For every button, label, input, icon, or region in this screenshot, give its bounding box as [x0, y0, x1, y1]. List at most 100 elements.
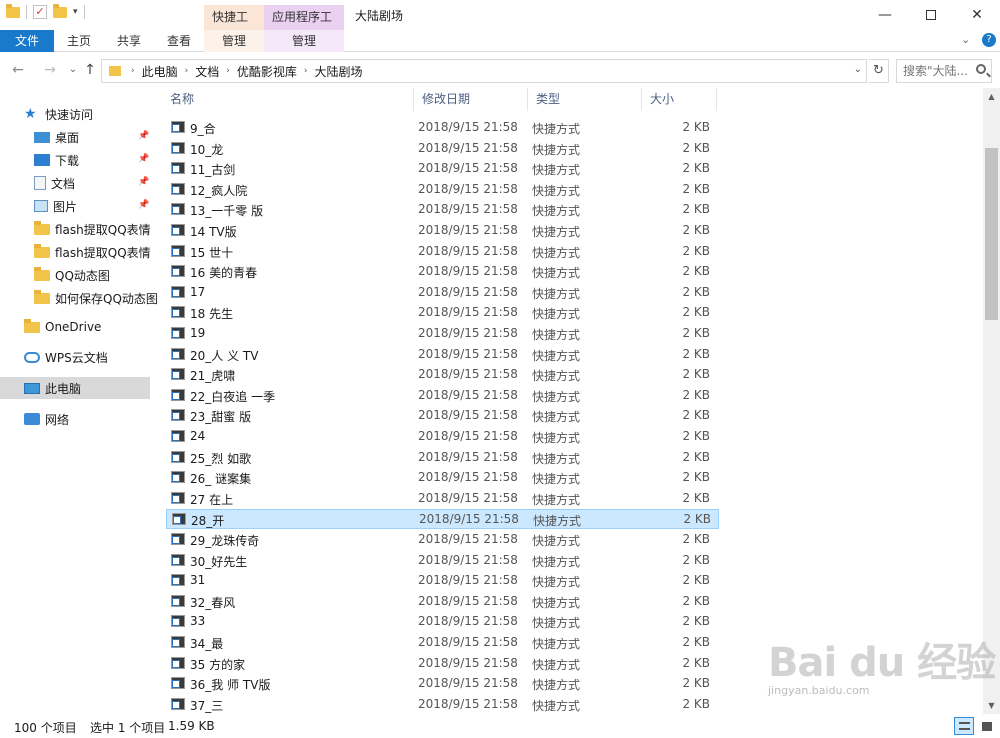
file-date: 2018/9/15 21:58: [418, 367, 518, 382]
table-row[interactable]: 30_好先生 2018/9/15 21:58 快捷方式 2 KB: [166, 551, 719, 571]
chevron-right-icon[interactable]: ›: [222, 66, 234, 76]
file-size: 2 KB: [682, 161, 710, 176]
sidebar-item-quick-access[interactable]: ★ 快速访问: [24, 103, 174, 125]
customize-toolbar-chevron-icon[interactable]: ▾: [73, 7, 78, 17]
tab-share[interactable]: 共享: [106, 30, 152, 52]
file-type: 快捷方式: [532, 616, 581, 631]
table-row[interactable]: 10_龙 2018/9/15 21:58 快捷方式 2 KB: [166, 139, 719, 159]
folder-icon: [34, 220, 50, 235]
file-size: 2 KB: [682, 181, 710, 196]
table-row[interactable]: 11_古剑 2018/9/15 21:58 快捷方式 2 KB: [166, 159, 719, 179]
up-arrow-icon[interactable]: ↑: [81, 61, 99, 79]
table-row[interactable]: 36_我 师 TV版 2018/9/15 21:58 快捷方式 2 KB: [166, 674, 719, 694]
table-row[interactable]: 34_最 2018/9/15 21:58 快捷方式 2 KB: [166, 633, 719, 653]
large-icons-view-button[interactable]: [977, 717, 997, 735]
table-row[interactable]: 13_一千零 版 2018/9/15 21:58 快捷方式 2 KB: [166, 200, 719, 220]
column-header-name[interactable]: 名称: [162, 88, 413, 111]
shortcut-icon: [171, 368, 185, 381]
table-row[interactable]: 37_三 2018/9/15 21:58 快捷方式 2 KB: [166, 695, 719, 714]
search-input[interactable]: [897, 60, 967, 82]
table-row[interactable]: 20_人 义 TV 2018/9/15 21:58 快捷方式 2 KB: [166, 345, 719, 365]
large-icons-view-icon: [982, 722, 992, 731]
table-row[interactable]: 14 TV版 2018/9/15 21:58 快捷方式 2 KB: [166, 221, 719, 241]
back-arrow-icon[interactable]: ←: [9, 61, 27, 79]
help-icon[interactable]: ?: [982, 33, 996, 47]
table-row[interactable]: 9_合 2018/9/15 21:58 快捷方式 2 KB: [166, 118, 719, 138]
maximize-button[interactable]: [908, 0, 954, 30]
new-folder-icon[interactable]: [53, 3, 67, 18]
title-bar: ✓ ▾ 快捷工具 应用程序工具 大陆剧场 — ✕: [0, 0, 1000, 49]
properties-icon[interactable]: ✓: [33, 5, 47, 19]
table-row[interactable]: 19 2018/9/15 21:58 快捷方式 2 KB: [166, 324, 719, 344]
table-row[interactable]: 21_虎啸 2018/9/15 21:58 快捷方式 2 KB: [166, 365, 719, 385]
table-row[interactable]: 12_疯人院 2018/9/15 21:58 快捷方式 2 KB: [166, 180, 719, 200]
search-icon[interactable]: [976, 64, 986, 74]
table-row[interactable]: 18 先生 2018/9/15 21:58 快捷方式 2 KB: [166, 303, 719, 323]
search-box[interactable]: [896, 59, 992, 83]
table-row[interactable]: 15 世十 2018/9/15 21:58 快捷方式 2 KB: [166, 242, 719, 262]
breadcrumb-youku-library[interactable]: 优酷影视库: [234, 63, 300, 80]
shortcut-icon: [171, 450, 185, 463]
pin-icon: 📌: [138, 131, 150, 141]
tab-manage-application[interactable]: 管理: [264, 30, 344, 52]
vertical-scrollbar[interactable]: ▲ ▼: [983, 88, 1000, 714]
chevron-right-icon[interactable]: ›: [181, 66, 193, 76]
tab-home[interactable]: 主页: [56, 30, 102, 52]
column-header-type[interactable]: 类型: [527, 88, 641, 111]
recent-locations-chevron-icon[interactable]: ⌄: [64, 61, 82, 79]
table-row[interactable]: 31 2018/9/15 21:58 快捷方式 2 KB: [166, 571, 719, 591]
tab-manage-shortcut[interactable]: 管理: [204, 30, 264, 52]
sidebar-item-this-pc[interactable]: 此电脑: [0, 377, 150, 399]
sidebar-item-wps-cloud[interactable]: WPS云文档: [24, 346, 174, 368]
file-type: 快捷方式: [532, 328, 581, 342]
folder-icon: [109, 66, 121, 76]
column-header-date[interactable]: 修改日期: [413, 88, 527, 111]
baidu-watermark: Bai du 经验 jingyan.baidu.com: [768, 630, 998, 710]
address-bar[interactable]: › 此电脑 › 文档 › 优酷影视库 › 大陆剧场 ⌄: [101, 59, 867, 83]
file-type: 快捷方式: [532, 575, 581, 590]
table-row[interactable]: 16 美的青春 2018/9/15 21:58 快捷方式 2 KB: [166, 262, 719, 282]
table-row[interactable]: 35 方的家 2018/9/15 21:58 快捷方式 2 KB: [166, 654, 719, 674]
forward-arrow-icon[interactable]: →: [41, 61, 59, 79]
close-button[interactable]: ✕: [954, 0, 1000, 30]
table-row[interactable]: 26_ 谜案集 2018/9/15 21:58 快捷方式 2 KB: [166, 468, 719, 488]
chevron-right-icon[interactable]: ›: [127, 66, 139, 76]
file-size: 2 KB: [682, 326, 710, 340]
context-tab-application-tools: 应用程序工具: [264, 5, 344, 49]
file-date: 2018/9/15 21:58: [419, 512, 519, 527]
table-row[interactable]: 29_龙珠传奇 2018/9/15 21:58 快捷方式 2 KB: [166, 530, 719, 550]
breadcrumb-mainland-drama[interactable]: 大陆剧场: [311, 63, 365, 80]
context-tab-shortcut-tools: 快捷工具: [204, 5, 264, 49]
tab-view[interactable]: 查看: [156, 30, 202, 52]
navigation-pane: ★ 快速访问 桌面 📌 下载 📌 文档 📌 图片 📌 flash提取QQ表情 f…: [0, 88, 158, 714]
table-row[interactable]: 25_烈 如歌 2018/9/15 21:58 快捷方式 2 KB: [166, 448, 719, 468]
table-row[interactable]: 33 2018/9/15 21:58 快捷方式 2 KB: [166, 612, 719, 632]
sidebar-item-onedrive[interactable]: OneDrive: [24, 316, 174, 338]
tab-file[interactable]: 文件: [0, 30, 54, 52]
refresh-icon[interactable]: ↻: [869, 59, 889, 83]
address-history-chevron-icon[interactable]: ⌄: [854, 64, 862, 75]
scrollbar-thumb[interactable]: [985, 148, 998, 320]
scroll-up-icon[interactable]: ▲: [983, 88, 1000, 105]
minimize-button[interactable]: —: [862, 0, 908, 30]
shortcut-icon: [171, 533, 185, 545]
column-header-size[interactable]: 大小: [641, 88, 717, 111]
breadcrumb-this-pc[interactable]: 此电脑: [139, 63, 181, 80]
expand-ribbon-chevron-icon[interactable]: ⌄: [961, 33, 970, 46]
file-type: 快捷方式: [532, 225, 581, 239]
breadcrumb-documents[interactable]: 文档: [192, 63, 222, 80]
table-row[interactable]: 23_甜蜜 版 2018/9/15 21:58 快捷方式 2 KB: [166, 406, 719, 426]
table-row[interactable]: 27 在上 2018/9/15 21:58 快捷方式 2 KB: [166, 489, 719, 509]
details-view-icon: [959, 722, 970, 730]
chevron-right-icon[interactable]: ›: [300, 66, 312, 76]
shortcut-icon: [171, 677, 185, 690]
table-row[interactable]: 32_春风 2018/9/15 21:58 快捷方式 2 KB: [166, 592, 719, 612]
details-view-button[interactable]: [954, 717, 974, 735]
sidebar-item-network[interactable]: 网络: [24, 408, 174, 430]
table-row[interactable]: 28_开 2018/9/15 21:58 快捷方式 2 KB: [166, 509, 719, 530]
file-name: 24: [190, 429, 206, 443]
table-row[interactable]: 22_白夜追 一季 2018/9/15 21:58 快捷方式 2 KB: [166, 386, 719, 406]
table-row[interactable]: 17 2018/9/15 21:58 快捷方式 2 KB: [166, 283, 719, 303]
table-row[interactable]: 24 2018/9/15 21:58 快捷方式 2 KB: [166, 427, 719, 447]
shortcut-icon: [171, 224, 185, 236]
